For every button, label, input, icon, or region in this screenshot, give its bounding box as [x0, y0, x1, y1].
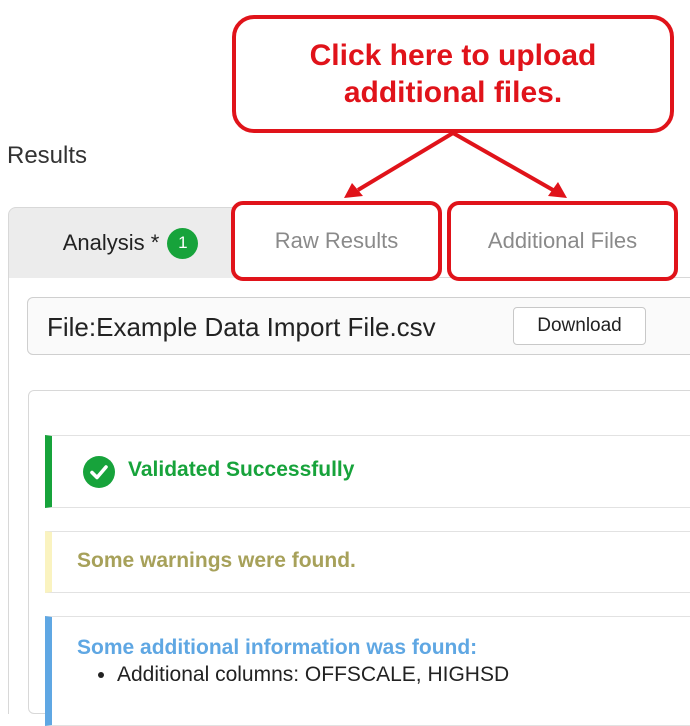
- warning-alert: Some warnings were found.: [45, 531, 690, 593]
- download-button[interactable]: Download: [513, 307, 646, 345]
- tab-analysis-label: Analysis *: [62, 230, 160, 255]
- tab-raw-results-label: Raw Results: [274, 228, 399, 253]
- check-circle-icon: [83, 456, 115, 488]
- warning-message: Some warnings were found.: [77, 549, 356, 572]
- file-name: File:Example Data Import File.csv: [47, 312, 436, 342]
- tab-additional-files[interactable]: Additional Files: [447, 201, 678, 281]
- info-title: Some additional information was found:: [77, 636, 478, 659]
- section-title: Results: [7, 142, 88, 169]
- info-alert: Some additional information was found: A…: [45, 616, 690, 726]
- success-message: Validated Successfully: [128, 458, 355, 481]
- notification-badge: 1: [167, 227, 199, 259]
- info-list: Additional columns: OFFSCALE, HIGHSD: [77, 662, 509, 688]
- file-bar: File:Example Data Import File.csv Downlo…: [27, 297, 690, 355]
- tab-additional-files-label: Additional Files: [487, 228, 638, 253]
- list-item: Additional columns: OFFSCALE, HIGHSD: [117, 662, 509, 688]
- tab-raw-results[interactable]: Raw Results: [231, 201, 442, 281]
- success-alert: Validated Successfully: [45, 435, 690, 508]
- tab-analysis[interactable]: Analysis * 1: [8, 207, 253, 278]
